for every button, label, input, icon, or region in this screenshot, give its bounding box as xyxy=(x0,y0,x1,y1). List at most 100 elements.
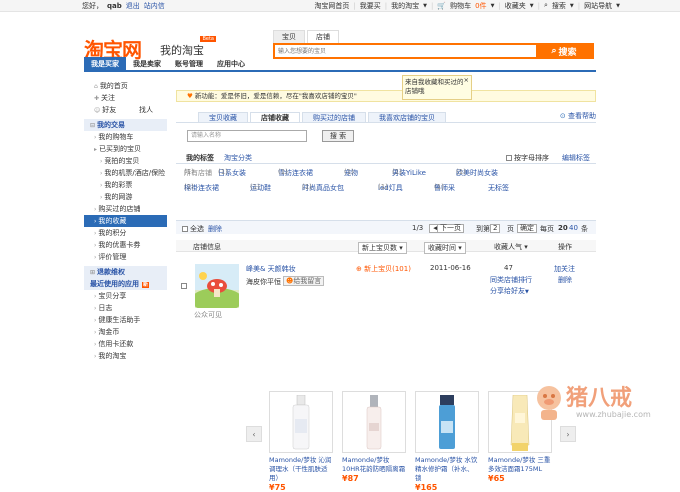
nav-apps[interactable]: 应用中心 xyxy=(210,57,252,70)
sidebar-item-health[interactable]: › 健康生活助手 xyxy=(84,314,167,326)
favorites-link[interactable]: 收藏夹 xyxy=(505,1,526,11)
sidebar-item-follow[interactable]: ✚ 关注 xyxy=(84,92,167,104)
name-search-button[interactable]: 搜 索 xyxy=(322,130,354,142)
logout-link[interactable]: 退出 xyxy=(126,1,140,11)
next-page-button[interactable]: 下一页 xyxy=(437,224,464,233)
col-shop-info: 店铺信息 xyxy=(193,243,221,251)
sort-icon: ▾ xyxy=(524,243,528,251)
home-link[interactable]: 淘宝网首页 xyxy=(314,1,349,11)
shop-checkbox[interactable] xyxy=(181,283,187,289)
find-people-link[interactable]: 找人 xyxy=(139,104,153,116)
cart-icon[interactable]: 🛒 xyxy=(437,2,446,10)
goto-confirm-button[interactable]: 确定 xyxy=(517,224,537,233)
per-page-20[interactable]: 20 xyxy=(558,224,568,232)
sidebar-item-share[interactable]: › 宝贝分享 xyxy=(84,290,167,302)
product-price: ¥65 xyxy=(488,474,505,483)
search-button[interactable]: ⌕ 搜索 xyxy=(536,45,592,58)
prev-arrow-button[interactable]: ‹ xyxy=(246,426,262,442)
nav-seller[interactable]: 我是卖家 xyxy=(126,57,168,70)
favorite-date: 2011-06-16 xyxy=(430,264,471,272)
sidebar-item-home[interactable]: ⌂ 我的首页 xyxy=(84,80,167,92)
col-time[interactable]: 收藏时间 ▾ xyxy=(424,242,466,254)
name-search-input[interactable]: 请输入名称 xyxy=(187,130,307,142)
shop-owner[interactable]: 海皮你平恒 xyxy=(246,277,281,287)
sidebar-item-travel[interactable]: › 我的机票/酒店/保险 xyxy=(84,167,167,179)
product-image[interactable] xyxy=(269,391,333,453)
search-input[interactable] xyxy=(275,45,536,57)
beta-badge: Beta xyxy=(200,36,216,42)
sidebar-item-lottery[interactable]: › 我的彩票 xyxy=(84,179,167,191)
cart-link[interactable]: 购物车 xyxy=(450,1,471,11)
sidebar-item-coins[interactable]: › 淘金币 xyxy=(84,326,167,338)
chevron-left-icon: ‹ xyxy=(252,429,256,439)
watermark-url: www.zhubajie.com xyxy=(576,410,651,419)
sidebar-item-reviews[interactable]: › 评价管理 xyxy=(84,251,167,263)
search-tab-item[interactable]: 宝贝 xyxy=(273,30,305,43)
sidebar-item-coupons[interactable]: › 我的优惠卡券 xyxy=(84,239,167,251)
help-link[interactable]: ⊙ 查看帮助 xyxy=(560,111,596,121)
per-page-40[interactable]: 40 xyxy=(569,224,578,232)
mytaobao-link[interactable]: 我的淘宝 xyxy=(391,1,419,11)
shop-name-link[interactable]: 峰美& 天颜韩妆 xyxy=(246,264,296,274)
sitenav-link[interactable]: 网站导航 xyxy=(584,1,612,11)
search-link[interactable]: 搜索 xyxy=(552,1,566,11)
delete-link[interactable]: 删除 xyxy=(208,224,222,234)
sidebar-item-cart[interactable]: › 我的购物车 xyxy=(84,131,167,143)
top-bar: 您好， qab 退出 站内信 淘宝网首页 | 我要买 | 我的淘宝 ▼ | 🛒 购物车 … xyxy=(0,0,680,12)
product-name[interactable]: Mamonde/梦妆 10HR花韵防晒隔离霜 xyxy=(342,456,406,474)
product-image[interactable] xyxy=(415,391,479,453)
product-card[interactable]: Mamonde/梦妆 水饮精水修护霜（补水、锁 ¥165 xyxy=(415,391,479,492)
shop-avatar[interactable] xyxy=(195,264,239,308)
new-items-count[interactable]: ⊕ 新上宝贝(101) xyxy=(356,264,411,274)
sidebar-item-mytaobao[interactable]: › 我的淘宝 xyxy=(84,350,167,362)
delete-shop-link[interactable]: 删除 xyxy=(558,275,572,285)
select-all[interactable]: 全选 xyxy=(182,224,204,234)
buy-link[interactable]: 我要买 xyxy=(360,1,381,11)
follow-link[interactable]: 加关注 xyxy=(554,264,575,274)
product-card[interactable]: Mamonde/梦妆 10HR花韵防晒隔离霜 ¥87 xyxy=(342,391,406,491)
sidebar-item-shops-bought[interactable]: › 购买过的店铺 xyxy=(84,203,167,215)
chevron-right-icon: › xyxy=(94,134,97,141)
edit-tags-link[interactable]: 编辑标签 xyxy=(562,153,590,163)
username[interactable]: qab xyxy=(107,2,122,10)
sidebar-item-bought[interactable]: ▸ 已买到的宝贝 xyxy=(84,143,167,155)
taobao-category-link[interactable]: 淘宝分类 xyxy=(224,153,252,163)
product-image[interactable] xyxy=(342,391,406,453)
notice-text[interactable]: 新功能：爱是怀旧，爱是信赖，尽在"我喜欢店铺的宝贝" xyxy=(195,92,357,100)
sort-icon: ▾ xyxy=(458,244,462,252)
nav-buyer[interactable]: 我是买家 xyxy=(84,57,126,70)
sort-pinyin[interactable]: 按字母排序 xyxy=(506,153,549,163)
close-icon[interactable]: × xyxy=(464,76,469,85)
product-name[interactable]: Mamonde/梦妆 水饮精水修护霜（补水、锁 xyxy=(415,456,479,483)
share-link[interactable]: 分享给好友▼ xyxy=(490,286,529,296)
page-input[interactable]: 2 xyxy=(490,224,501,233)
product-name[interactable]: Mamonde/梦妆 沁润调理水（干性肌肤适用） xyxy=(269,456,333,483)
product-name[interactable]: Mamonde/梦妆 三重多效洁面霜175ML xyxy=(488,456,552,474)
mascot-icon xyxy=(537,386,561,420)
col-new-items[interactable]: 新上宝贝数 ▾ xyxy=(358,242,407,254)
sidebar-item-blog[interactable]: › 日志 xyxy=(84,302,167,314)
tag-bar: 我的标签 淘宝分类 按字母排序 编辑标签 xyxy=(176,152,596,164)
select-all-checkbox[interactable] xyxy=(182,226,188,232)
sidebar-item-points[interactable]: › 我的积分 xyxy=(84,227,167,239)
product-card[interactable]: Mamonde/梦妆 沁润调理水（干性肌肤适用） ¥75 xyxy=(269,391,333,492)
wangwang-button[interactable]: ☻给我留言 xyxy=(283,276,325,286)
sidebar-header-refund[interactable]: ⊞ 退款维权 xyxy=(84,266,167,278)
sort-checkbox[interactable] xyxy=(506,155,512,161)
nav-account[interactable]: 账号管理 xyxy=(168,57,210,70)
search-icon: ⌕ xyxy=(551,46,557,56)
sidebar-item-friends[interactable]: ☺ 好友 找人 xyxy=(84,104,167,116)
plus-icon: ⊞ xyxy=(90,269,96,276)
messages-link[interactable]: 站内信 xyxy=(144,1,165,11)
search-tab-shop[interactable]: 店铺 xyxy=(307,30,339,43)
col-popularity[interactable]: 收藏人气 ▾ xyxy=(494,242,528,252)
sidebar-item-auction[interactable]: › 竞拍的宝贝 xyxy=(84,155,167,167)
sidebar-item-credit[interactable]: › 信用卡还款 xyxy=(84,338,167,350)
per-page-label: 每页 xyxy=(540,225,554,233)
sidebar-header-trade[interactable]: ⊟ 我的交易 xyxy=(84,119,167,131)
sidebar-item-games[interactable]: › 我的网游 xyxy=(84,191,167,203)
sidebar-item-favorites[interactable]: › 我的收藏 xyxy=(84,215,167,227)
tag-item-untagged[interactable]: 无标签 xyxy=(488,183,509,193)
my-tags-title[interactable]: 我的标签 xyxy=(186,153,214,163)
rank-link[interactable]: 同类店铺排行 xyxy=(490,275,532,285)
